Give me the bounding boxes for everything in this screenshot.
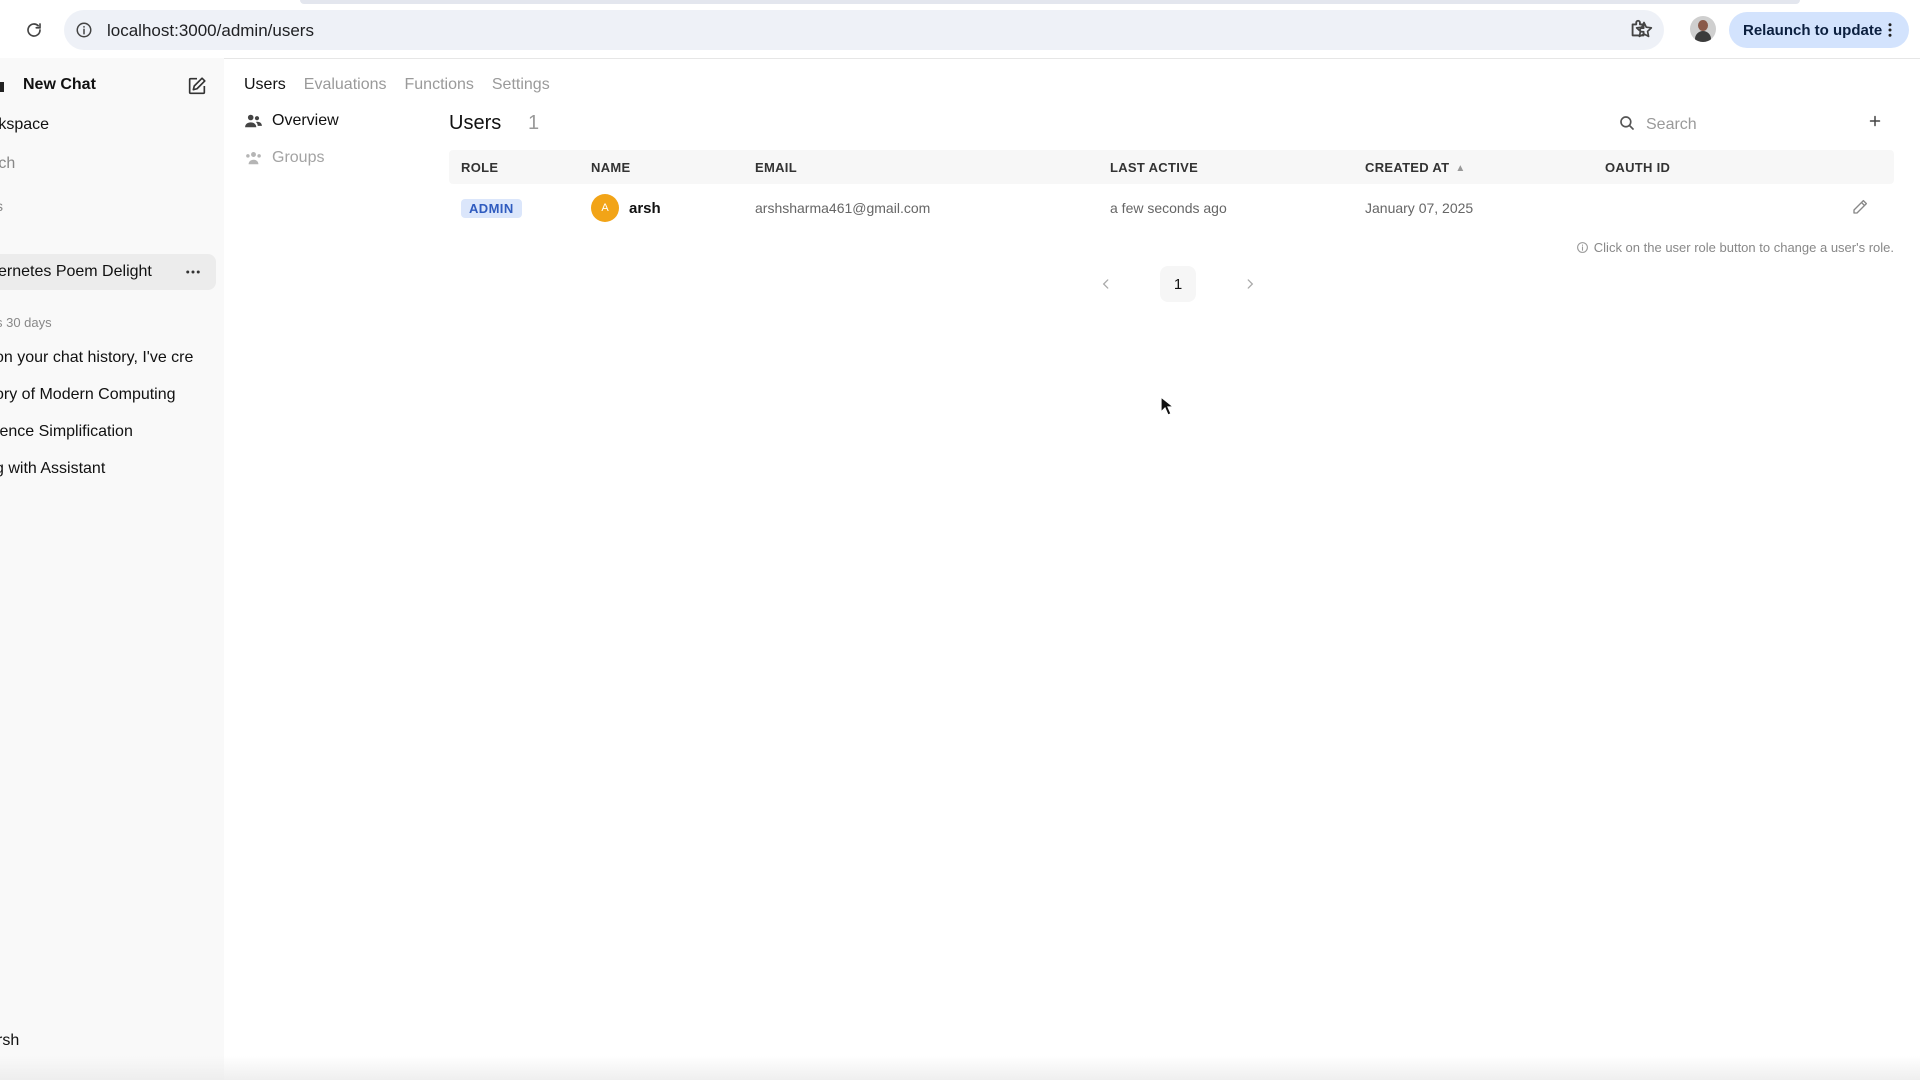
sidebar-chat-item[interactable]: tence Simplification xyxy=(0,423,205,441)
table-row: ADMIN A arsh arshsharma461@gmail.com a f… xyxy=(449,188,1894,228)
column-last-active[interactable]: LAST ACTIVE xyxy=(1110,160,1198,175)
add-user-plus-icon[interactable] xyxy=(1866,112,1884,130)
mouse-cursor-icon xyxy=(1160,396,1174,416)
app-logo-icon xyxy=(0,82,4,92)
previous-page-chevron-icon[interactable] xyxy=(1092,266,1120,302)
tab-strip xyxy=(300,0,1800,4)
users-subnav: Overview Groups xyxy=(244,108,339,182)
user-email: arshsharma461@gmail.com xyxy=(755,200,931,216)
column-name[interactable]: NAME xyxy=(591,160,630,175)
sidebar-user-name[interactable]: rsh xyxy=(0,1032,19,1050)
users-table-header: ROLE NAME EMAIL LAST ACTIVE CREATED AT ▲ … xyxy=(449,150,1894,184)
bottom-shadow xyxy=(0,1056,1920,1080)
column-created-at-label: CREATED AT xyxy=(1365,160,1450,175)
new-chat-edit-icon[interactable] xyxy=(186,75,208,97)
subnav-groups[interactable]: Groups xyxy=(244,145,339,171)
column-role[interactable]: ROLE xyxy=(461,160,498,175)
sidebar-chat-item[interactable]: ory of Modern Computing xyxy=(0,386,205,404)
sidebar-item-workspace[interactable]: rkspace xyxy=(0,116,49,134)
groups-icon xyxy=(244,149,262,167)
users-count: 1 xyxy=(528,112,540,134)
tab-evaluations[interactable]: Evaluations xyxy=(304,76,387,94)
next-page-chevron-icon[interactable] xyxy=(1236,266,1264,302)
users-icon xyxy=(244,112,262,130)
sidebar-chat-item[interactable]: g with Assistant xyxy=(0,460,205,478)
new-chat-link[interactable]: New Chat xyxy=(23,76,96,94)
subnav-overview[interactable]: Overview xyxy=(244,108,339,134)
tab-users[interactable]: Users xyxy=(244,76,286,94)
sort-ascending-icon: ▲ xyxy=(1455,163,1466,174)
user-name: arsh xyxy=(629,200,661,217)
reload-button[interactable] xyxy=(20,16,48,44)
column-email[interactable]: EMAIL xyxy=(755,160,797,175)
role-change-hint: Click on the user role button to change … xyxy=(1576,240,1894,255)
sidebar-item-search[interactable]: rch xyxy=(0,155,15,173)
column-oauth-id[interactable]: OAUTH ID xyxy=(1605,160,1670,175)
column-created-at[interactable]: CREATED AT ▲ xyxy=(1365,160,1466,175)
extensions-puzzle-icon[interactable] xyxy=(1628,18,1650,40)
browser-toolbar: localhost:3000/admin/users Relaunch to u… xyxy=(0,0,1920,59)
relaunch-button[interactable]: Relaunch to update xyxy=(1729,12,1909,48)
pagination: 1 xyxy=(1092,266,1264,302)
tab-settings[interactable]: Settings xyxy=(492,76,550,94)
chat-title: ernetes Poem Delight xyxy=(0,263,152,280)
hint-text: Click on the user role button to change … xyxy=(1593,240,1894,255)
page-number-button[interactable]: 1 xyxy=(1160,266,1196,302)
search-icon xyxy=(1618,114,1636,132)
kebab-menu-icon xyxy=(1881,21,1899,39)
subnav-groups-label: Groups xyxy=(272,149,325,166)
sidebar-section-label: s xyxy=(0,198,3,214)
site-info-icon[interactable] xyxy=(74,20,94,40)
admin-tabs: Users Evaluations Functions Settings xyxy=(244,76,568,94)
avatar: A xyxy=(591,194,619,222)
search-input[interactable] xyxy=(1644,110,1848,140)
url-text[interactable]: localhost:3000/admin/users xyxy=(107,21,314,41)
sidebar: New Chat rkspace rch s ernetes Poem Deli… xyxy=(0,58,224,1080)
role-badge-button[interactable]: ADMIN xyxy=(461,199,522,218)
sidebar-chat-item[interactable]: on your chat history, I've cre xyxy=(0,349,205,367)
more-options-icon[interactable] xyxy=(184,264,202,280)
subnav-overview-label: Overview xyxy=(272,112,339,129)
address-bar[interactable]: localhost:3000/admin/users xyxy=(64,10,1664,50)
profile-avatar[interactable] xyxy=(1690,16,1716,42)
page-title: Users xyxy=(449,112,502,134)
sidebar-section-previous-30-days: s 30 days xyxy=(0,315,52,330)
tab-functions[interactable]: Functions xyxy=(405,76,474,94)
reload-icon xyxy=(27,23,41,37)
user-last-active: a few seconds ago xyxy=(1110,200,1227,216)
info-icon xyxy=(1576,241,1589,254)
edit-user-pencil-icon[interactable] xyxy=(1851,198,1869,216)
sidebar-chat-active[interactable]: ernetes Poem Delight xyxy=(0,254,216,290)
user-created-at: January 07, 2025 xyxy=(1365,200,1474,216)
relaunch-label: Relaunch to update xyxy=(1743,21,1883,39)
